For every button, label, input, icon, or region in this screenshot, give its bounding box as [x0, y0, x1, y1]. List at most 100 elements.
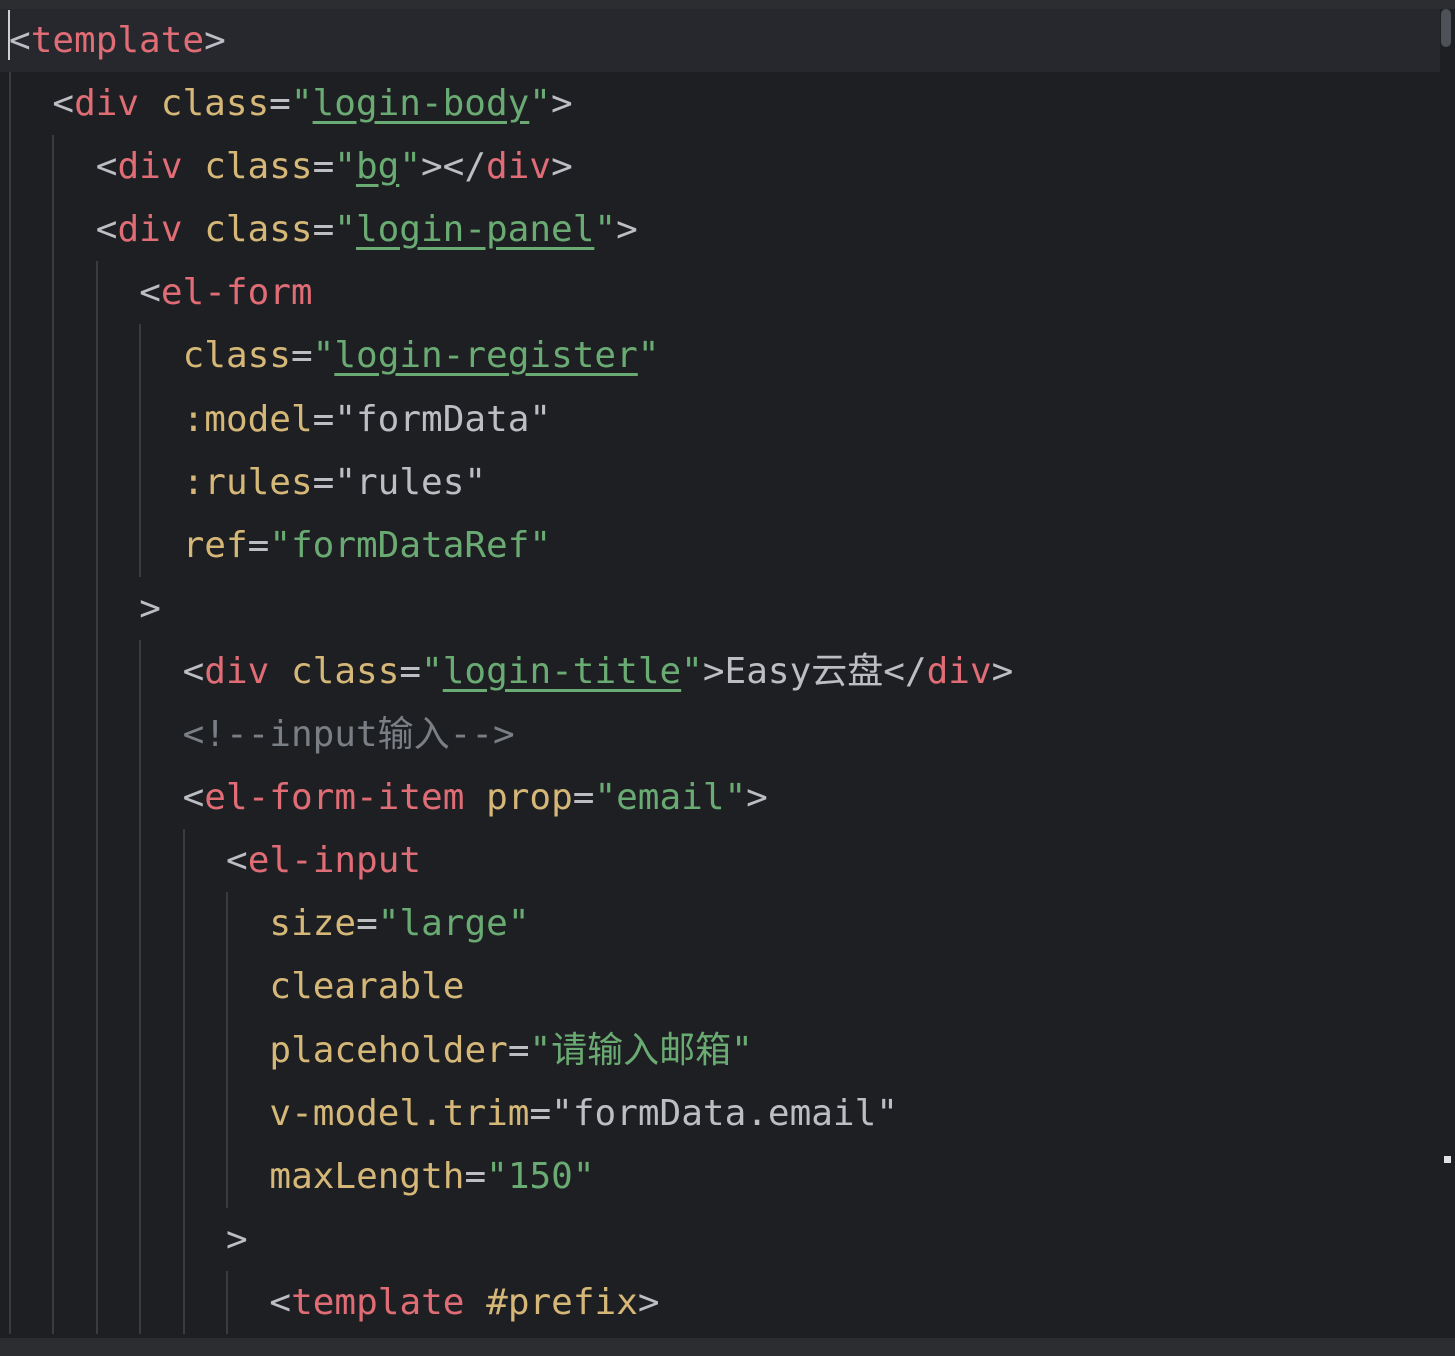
indent-guide [226, 955, 228, 1019]
code-line-content: v-model.trim="formData.email" [269, 1082, 898, 1145]
code-line-content: <div class="bg"></div> [96, 135, 573, 198]
indent-guide [139, 955, 142, 1019]
code-token: placeholder [269, 1029, 508, 1071]
code-line[interactable]: :rules="rules" [0, 450, 1440, 514]
code-token: div [926, 650, 992, 692]
code-token: > [204, 20, 226, 61]
indent-guide [52, 198, 55, 262]
code-token: prop [486, 777, 573, 819]
indent-guide [52, 135, 55, 199]
code-token: > [637, 1281, 660, 1323]
indent-guide [9, 1207, 11, 1271]
code-token: " [334, 209, 356, 251]
indent-guide [182, 1081, 185, 1145]
indent-guide [9, 1144, 11, 1208]
indent-guide [95, 1018, 98, 1082]
code-line[interactable]: <el-form-item prop="email"> [0, 766, 1440, 830]
indent-guide [139, 387, 142, 451]
code-area[interactable]: <template> <div class="login-body"> <div c… [0, 9, 1440, 1334]
indent-guide [95, 261, 98, 325]
code-line[interactable]: > [0, 1207, 1440, 1271]
code-token: "formData.email" [551, 1092, 898, 1134]
code-line[interactable]: placeholder="请输入邮箱" [0, 1018, 1440, 1082]
indent-guide [52, 955, 55, 1019]
indent-guide [95, 1270, 98, 1334]
code-line[interactable]: <div class="login-panel"> [0, 198, 1440, 262]
code-line-content: > [226, 1208, 248, 1271]
code-token: "请输入邮箱" [529, 1029, 753, 1071]
code-line[interactable]: <div class="login-body"> [0, 72, 1440, 136]
code-line[interactable]: > [0, 576, 1440, 640]
indent-guide [95, 829, 98, 893]
vertical-scrollbar-thumb[interactable] [1441, 9, 1451, 47]
code-line[interactable]: <el-input [0, 829, 1440, 893]
code-line-content: size="large" [269, 892, 529, 955]
code-token: class [291, 650, 400, 692]
code-token: > [139, 587, 161, 629]
code-token: > [551, 146, 573, 188]
code-line[interactable]: <div class="login-title">Easy云盘</div> [0, 639, 1440, 704]
indent-guide [9, 513, 11, 577]
code-token: " [290, 83, 313, 125]
indent-guide [139, 1207, 142, 1271]
code-line-content: <template> [9, 9, 226, 72]
code-token: login-panel [355, 209, 595, 251]
code-token: #prefix [486, 1281, 638, 1323]
code-line[interactable]: :model="formData" [0, 387, 1440, 451]
code-token: el-form [160, 272, 313, 314]
indent-guide [52, 766, 55, 830]
indent-guide [139, 324, 142, 388]
horizontal-scrollbar-track[interactable] [0, 1338, 1455, 1356]
indent-guide [139, 450, 142, 514]
code-token: "email" [594, 777, 747, 819]
indent-guide [9, 261, 11, 325]
code-token: = [312, 209, 335, 251]
code-line[interactable]: <!--input输入--> [0, 703, 1440, 767]
indent-guide [226, 1144, 228, 1208]
code-line[interactable]: v-model.trim="formData.email" [0, 1081, 1440, 1145]
code-line[interactable]: size="large" [0, 892, 1440, 956]
scroll-marker [1444, 1156, 1451, 1163]
indent-guide [52, 387, 55, 451]
indent-guide [95, 324, 98, 388]
indent-guide [182, 1270, 185, 1334]
indent-guide [52, 829, 55, 893]
code-line[interactable]: clearable [0, 955, 1440, 1019]
code-token: "rules" [334, 461, 487, 503]
code-line[interactable]: <el-form [0, 261, 1440, 325]
editor-top-border [0, 0, 1455, 9]
code-line[interactable]: maxLength="150" [0, 1144, 1440, 1208]
code-token: < [182, 650, 205, 692]
indent-guide [139, 766, 142, 830]
code-line[interactable]: <template #prefix> [0, 1270, 1440, 1334]
indent-guide [95, 955, 98, 1019]
code-line[interactable]: <div class="bg"></div> [0, 135, 1440, 199]
indent-guide [95, 513, 98, 577]
indent-guide [52, 450, 55, 514]
indent-guide [52, 324, 55, 388]
indent-guide [95, 766, 98, 830]
code-token: < [139, 272, 161, 314]
indent-guide [139, 829, 142, 893]
code-line[interactable]: class="login-register" [0, 324, 1440, 388]
indent-guide [52, 1081, 55, 1145]
code-token: > [616, 209, 638, 251]
code-line[interactable]: <template> [0, 9, 1440, 73]
code-line-content: <div class="login-body"> [52, 72, 572, 135]
code-token: </ [883, 650, 927, 692]
indent-guide [9, 955, 11, 1019]
code-token: " [529, 83, 551, 125]
code-token: :model [182, 398, 313, 440]
indent-guide [52, 1207, 55, 1271]
code-token: = [269, 83, 291, 125]
indent-guide [9, 72, 11, 136]
code-line[interactable]: ref="formDataRef" [0, 513, 1440, 577]
code-token: ></ [421, 146, 487, 188]
code-editor[interactable]: <template> <div class="login-body"> <div c… [0, 0, 1455, 1356]
code-token: = [312, 461, 335, 503]
code-token: " [421, 650, 443, 692]
indent-guide [52, 261, 55, 325]
